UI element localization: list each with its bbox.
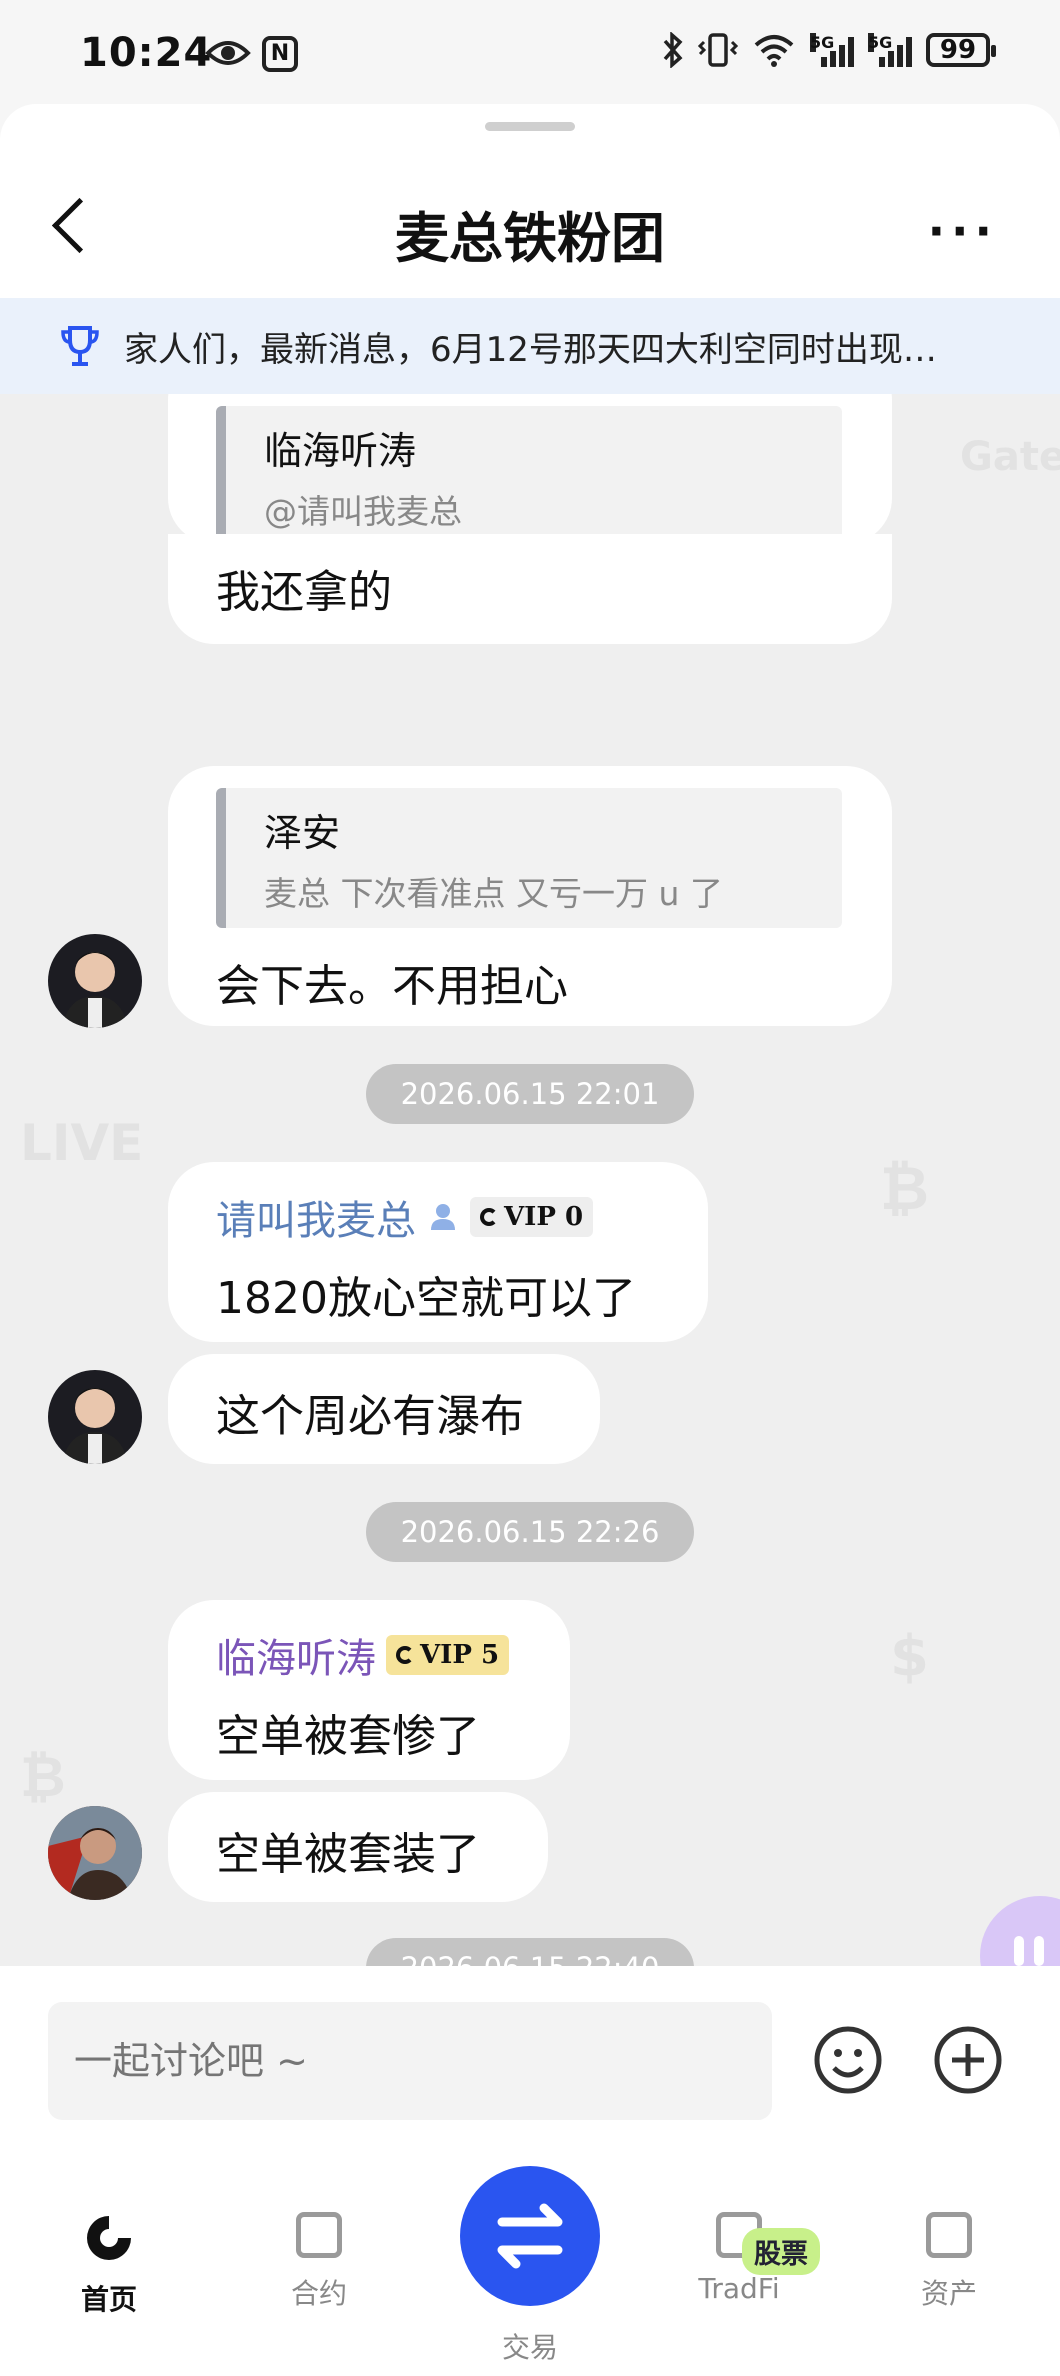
- background-doodle: ₿: [20, 1745, 66, 1810]
- page-title: 麦总铁粉团: [395, 207, 665, 270]
- sheet-grabber[interactable]: [485, 122, 575, 131]
- more-icon[interactable]: ···: [928, 204, 998, 258]
- message-text: 会下去。不用担心: [216, 961, 568, 1012]
- tab-trade[interactable]: 交易: [455, 2326, 605, 2366]
- avatar[interactable]: [48, 1370, 142, 1464]
- tab-label: 首页: [80, 2283, 137, 2316]
- background-doodle: ₿: [880, 1154, 929, 1224]
- wifi-icon: [754, 35, 794, 67]
- gate-logo-icon: [480, 1208, 498, 1226]
- tab-label: TradFi: [698, 2272, 780, 2305]
- tab-home[interactable]: 首页: [34, 2212, 184, 2318]
- message-bubble[interactable]: 我还拿的: [168, 534, 892, 644]
- sender-row: 请叫我麦总 VIP 0: [216, 1188, 594, 1246]
- status-icons: 5G 5G 99: [662, 32, 996, 68]
- sender-row: 临海听涛 VIP 5: [216, 1626, 510, 1684]
- reply-quote[interactable]: 泽安 麦总 下次看准点 又亏一万 u 了: [216, 788, 842, 928]
- chat-area[interactable]: Gate LIVE ₿ ₿ $ 临海听涛 @请叫我麦总 我还拿的 泽安 麦总 下…: [0, 394, 1060, 1968]
- trophy-icon: [61, 326, 99, 366]
- vip-badge: VIP 0: [470, 1197, 594, 1237]
- user-icon: [431, 1204, 455, 1230]
- contract-icon: [296, 2212, 342, 2258]
- message-bubble[interactable]: 泽安 麦总 下次看准点 又亏一万 u 了 会下去。不用担心: [168, 766, 892, 1026]
- tab-contracts[interactable]: 合约: [244, 2212, 394, 2312]
- signal-icon: 5G: [868, 33, 912, 67]
- tab-label: 资产: [920, 2277, 977, 2310]
- swap-icon: [497, 2203, 563, 2269]
- status-bar: 10:24 N 5G 5G 99: [0, 0, 1060, 110]
- bluetooth-icon: [663, 32, 683, 68]
- background-doodle: $: [890, 1624, 929, 1689]
- background-doodle: Gate: [960, 434, 1060, 480]
- message-text: 空单被套惨了: [216, 1711, 480, 1762]
- tab-label: 合约: [290, 2277, 347, 2310]
- eye-icon: [205, 41, 251, 65]
- message-input[interactable]: [48, 2002, 772, 2120]
- reply-quote[interactable]: 临海听涛 @请叫我麦总: [216, 406, 842, 544]
- message-bubble[interactable]: 这个周必有瀑布: [168, 1354, 600, 1464]
- message-bubble[interactable]: 临海听涛 @请叫我麦总: [168, 394, 892, 544]
- message-bubble[interactable]: 临海听涛 VIP 5 空单被套惨了: [168, 1600, 570, 1780]
- message-composer: [0, 1966, 1060, 2136]
- home-logo-icon: [87, 2216, 131, 2260]
- tab-badge: 股票: [742, 2228, 820, 2275]
- timestamp-divider: 2026.06.15 22:40: [366, 1938, 694, 1968]
- quoted-text: 麦总 下次看准点 又亏一万 u 了: [264, 874, 723, 913]
- vibrate-icon: [698, 33, 738, 67]
- message-text: 这个周必有瀑布: [216, 1391, 524, 1442]
- nfc-icon: N: [262, 36, 298, 72]
- quoted-text: @请叫我麦总: [264, 492, 462, 531]
- notice-text: 家人们，最新消息，6月12号那天四大利空同时出现…: [124, 329, 937, 370]
- gate-logo-icon: [396, 1646, 414, 1664]
- message-text: 1820放心空就可以了: [216, 1273, 636, 1324]
- tab-assets[interactable]: 资产: [874, 2212, 1024, 2312]
- signal-icon: 5G: [810, 33, 854, 67]
- chat-sheet: 麦总铁粉团 ··· 家人们，最新消息，6月12号那天四大利空同时出现… Gate…: [0, 104, 1060, 2376]
- message-bubble[interactable]: 请叫我麦总 VIP 0 1820放心空就可以了: [168, 1162, 708, 1342]
- tab-label: 交易: [501, 2331, 558, 2364]
- bottom-tab-bar: 首页 合约 交易 TradFi 股票 资产: [0, 2136, 1060, 2376]
- pinned-notice[interactable]: 家人们，最新消息，6月12号那天四大利空同时出现…: [0, 298, 1060, 394]
- battery-icon: 99: [926, 33, 996, 67]
- clock: 10:24: [80, 30, 213, 76]
- header: 麦总铁粉团 ···: [0, 154, 1060, 294]
- message-text: 我还拿的: [216, 567, 392, 618]
- avatar[interactable]: [48, 934, 142, 1028]
- timestamp-divider: 2026.06.15 22:01: [366, 1064, 694, 1124]
- quoted-sender: 泽安: [264, 811, 341, 855]
- vip-badge: VIP 5: [386, 1635, 510, 1675]
- quoted-sender: 临海听涛: [264, 429, 417, 473]
- sender-name[interactable]: 请叫我麦总: [216, 1188, 416, 1246]
- timestamp-divider: 2026.06.15 22:26: [366, 1502, 694, 1562]
- avatar[interactable]: [48, 1806, 142, 1900]
- message-bubble[interactable]: 空单被套装了: [168, 1792, 548, 1902]
- background-doodle: LIVE: [20, 1114, 144, 1172]
- emoji-icon[interactable]: [812, 2024, 884, 2096]
- trade-button[interactable]: [460, 2166, 600, 2306]
- add-icon[interactable]: [932, 2024, 1004, 2096]
- sender-name[interactable]: 临海听涛: [216, 1626, 376, 1684]
- wallet-icon: [926, 2212, 972, 2258]
- message-text: 空单被套装了: [216, 1829, 480, 1880]
